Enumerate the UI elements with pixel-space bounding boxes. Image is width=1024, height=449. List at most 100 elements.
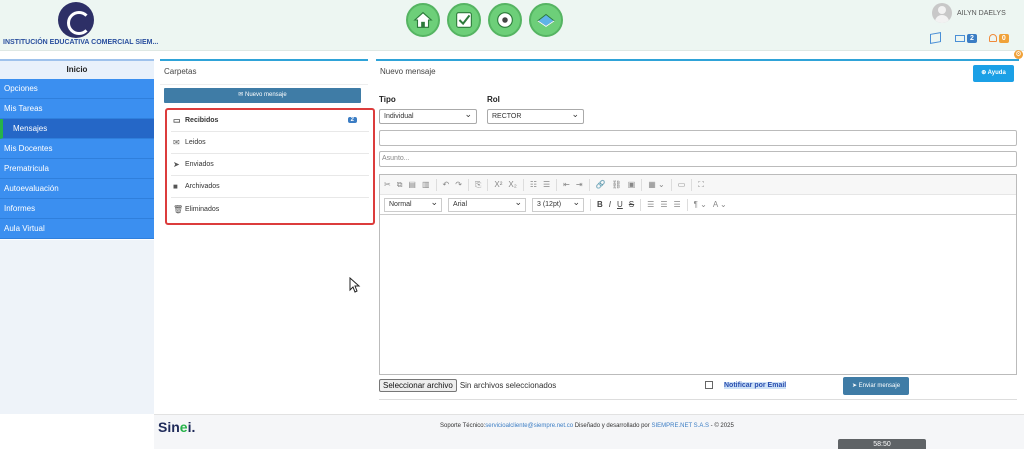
undo-icon[interactable]: ↶ — [443, 180, 450, 189]
superscript-icon[interactable]: X² — [494, 180, 502, 189]
home-icon[interactable] — [406, 3, 440, 37]
format-painter-icon[interactable]: ⎘ — [475, 180, 481, 190]
image-icon[interactable]: ▣ — [628, 180, 636, 189]
new-message-button[interactable]: ✉ Nuevo mensaje — [164, 88, 361, 103]
folder-leidos[interactable]: ✉ Leidos — [171, 132, 369, 154]
folder-recibidos[interactable]: ▭ Recibidos 2 — [171, 110, 369, 132]
compose-panel: Nuevo mensaje ⊕ Ayuda Tipo Individual Ro… — [376, 59, 1019, 400]
rich-text-editor: ✂ ⧉ ▤ ▥ ↶ ↷ ⎘ X² X₂ ☷ ☰ ⇤ ⇥ 🔗 ⛓ ▣ ▦ ⌄ ▭ — [379, 174, 1017, 375]
align-center-icon[interactable]: ☰ — [660, 200, 667, 209]
user-name[interactable]: AILYN DAELYS — [957, 10, 1006, 17]
redo-icon[interactable]: ↷ — [455, 180, 462, 189]
copy-icon[interactable]: ⧉ — [397, 180, 403, 190]
folder-archivados[interactable]: ■ Archivados — [171, 176, 369, 198]
choose-file-button[interactable]: Seleccionar archivo — [379, 379, 457, 392]
support-email-link[interactable]: servicioalcliente@siempre.net.co — [485, 423, 573, 429]
underline-icon[interactable]: U — [617, 200, 623, 209]
sidebar-item-mis-docentes[interactable]: Mis Docentes — [0, 139, 154, 159]
font-family-select[interactable]: Arial — [448, 196, 526, 212]
top-nav — [406, 3, 563, 37]
fullscreen-icon[interactable]: ⛶ — [698, 180, 704, 190]
bell-icon — [988, 34, 997, 42]
toolbar-separator — [467, 178, 469, 191]
mouse-cursor-icon — [349, 277, 361, 293]
preview-icon[interactable]: ▭ — [678, 180, 686, 189]
soccer-ball-icon[interactable] — [488, 3, 522, 37]
unordered-list-icon[interactable]: ☰ — [543, 180, 550, 189]
folder-enviados[interactable]: ➤ Enviados — [171, 154, 369, 176]
cube-icon[interactable] — [930, 32, 941, 44]
sidebar-item-mis-tareas[interactable]: Mis Tareas — [0, 99, 154, 119]
bold-icon[interactable]: B — [597, 200, 603, 209]
sinei-logo: Sinei. — [158, 419, 196, 435]
sidebar-item-informes[interactable]: Informes — [0, 199, 154, 219]
notify-email-option[interactable]: Notificar por Email — [705, 381, 787, 389]
send-message-button[interactable]: ➤ Enviar mensaje — [843, 377, 909, 395]
paragraph-format-select[interactable]: Normal — [384, 196, 442, 212]
unlink-icon[interactable]: ⛓ — [612, 180, 622, 189]
toolbar-separator — [670, 178, 672, 191]
align-left-icon[interactable]: ☰ — [647, 200, 654, 209]
notify-email-checkbox[interactable] — [705, 381, 713, 389]
folder-list: ▭ Recibidos 2 ✉ Leidos ➤ Enviados ■ Arch… — [165, 108, 375, 225]
mail-count-badge: 2 — [967, 33, 977, 43]
italic-icon[interactable]: I — [609, 200, 611, 209]
text-direction-icon[interactable]: ¶ ⌄ — [694, 200, 707, 209]
rol-select[interactable]: RECTOR — [487, 108, 584, 124]
sidebar-item-aula-virtual[interactable]: Aula Virtual — [0, 219, 154, 239]
toolbar-separator — [686, 198, 688, 211]
align-right-icon[interactable]: ☰ — [673, 200, 680, 209]
folder-eliminados[interactable]: 🗑 Eliminados — [171, 198, 369, 220]
subscript-icon[interactable]: X₂ — [508, 180, 516, 189]
indent-icon[interactable]: ⇥ — [576, 180, 583, 189]
sidebar: Inicio Opciones Mis Tareas Mensajes Mis … — [0, 59, 154, 414]
sidebar-item-autoevaluacion[interactable]: Autoevaluación — [0, 179, 154, 199]
new-message-label: Nuevo mensaje — [245, 92, 287, 98]
designed-by-text: Diseñado y desarrollado por — [573, 423, 652, 429]
table-icon[interactable]: ▦ ⌄ — [648, 180, 664, 189]
help-label: Ayuda — [987, 70, 1006, 76]
school-logo[interactable] — [58, 2, 94, 38]
toolbar-separator — [590, 198, 591, 211]
tipo-select[interactable]: Individual — [379, 108, 477, 124]
folder-label: Enviados — [185, 161, 214, 168]
tipo-label: Tipo — [379, 95, 396, 104]
toolbar-separator — [487, 178, 489, 191]
book-icon[interactable] — [529, 3, 563, 37]
folder-label: Leidos — [185, 139, 206, 146]
file-attachment: Seleccionar archivo Sin archivos selecci… — [379, 379, 556, 392]
cut-icon[interactable]: ✂ — [384, 180, 391, 189]
subject-input[interactable]: Asunto... — [379, 151, 1017, 167]
notify-email-label[interactable]: Notificar por Email — [724, 381, 787, 389]
rol-label: Rol — [487, 95, 500, 104]
top-header: INSTITUCIÓN EDUCATIVA COMERCIAL SIEM... … — [0, 0, 1024, 51]
toolbar-separator — [522, 178, 524, 191]
link-icon[interactable]: 🔗 — [596, 180, 606, 189]
outdent-icon[interactable]: ⇤ — [563, 180, 570, 189]
toolbar-separator — [641, 178, 643, 191]
settings-gear-icon[interactable]: ⚙ — [1014, 50, 1023, 59]
text-color-icon[interactable]: A ⌄ — [713, 200, 727, 209]
paste-text-icon[interactable]: ▥ — [422, 180, 430, 189]
ordered-list-icon[interactable]: ☷ — [530, 180, 537, 189]
recipient-field[interactable] — [379, 130, 1017, 146]
toolbar-separator — [556, 178, 558, 191]
avatar[interactable] — [932, 3, 952, 23]
strikethrough-icon[interactable]: S — [629, 200, 634, 209]
alert-notifications[interactable]: 0 — [988, 33, 1009, 43]
sidebar-title[interactable]: Inicio — [0, 59, 154, 79]
company-link[interactable]: SIEMPRE.NET S.A.S — [651, 423, 709, 429]
checklist-icon[interactable] — [447, 3, 481, 37]
help-button[interactable]: ⊕ Ayuda — [973, 65, 1014, 82]
sidebar-item-mensajes[interactable]: Mensajes — [0, 119, 154, 139]
mail-notifications[interactable]: 2 — [955, 33, 977, 43]
sidebar-item-prematricula[interactable]: Prematricula — [0, 159, 154, 179]
font-size-select[interactable]: 3 (12pt) — [532, 196, 584, 212]
paste-icon[interactable]: ▤ — [408, 180, 416, 189]
header-tools: 2 0 — [930, 32, 1009, 44]
alert-count-badge: 0 — [998, 33, 1009, 43]
sidebar-item-opciones[interactable]: Opciones — [0, 79, 154, 99]
archive-icon: ■ — [173, 182, 178, 191]
envelope-icon: ✉ — [173, 138, 180, 147]
footer: Sinei. Soporte Técnico:servicioalcliente… — [154, 414, 1024, 449]
